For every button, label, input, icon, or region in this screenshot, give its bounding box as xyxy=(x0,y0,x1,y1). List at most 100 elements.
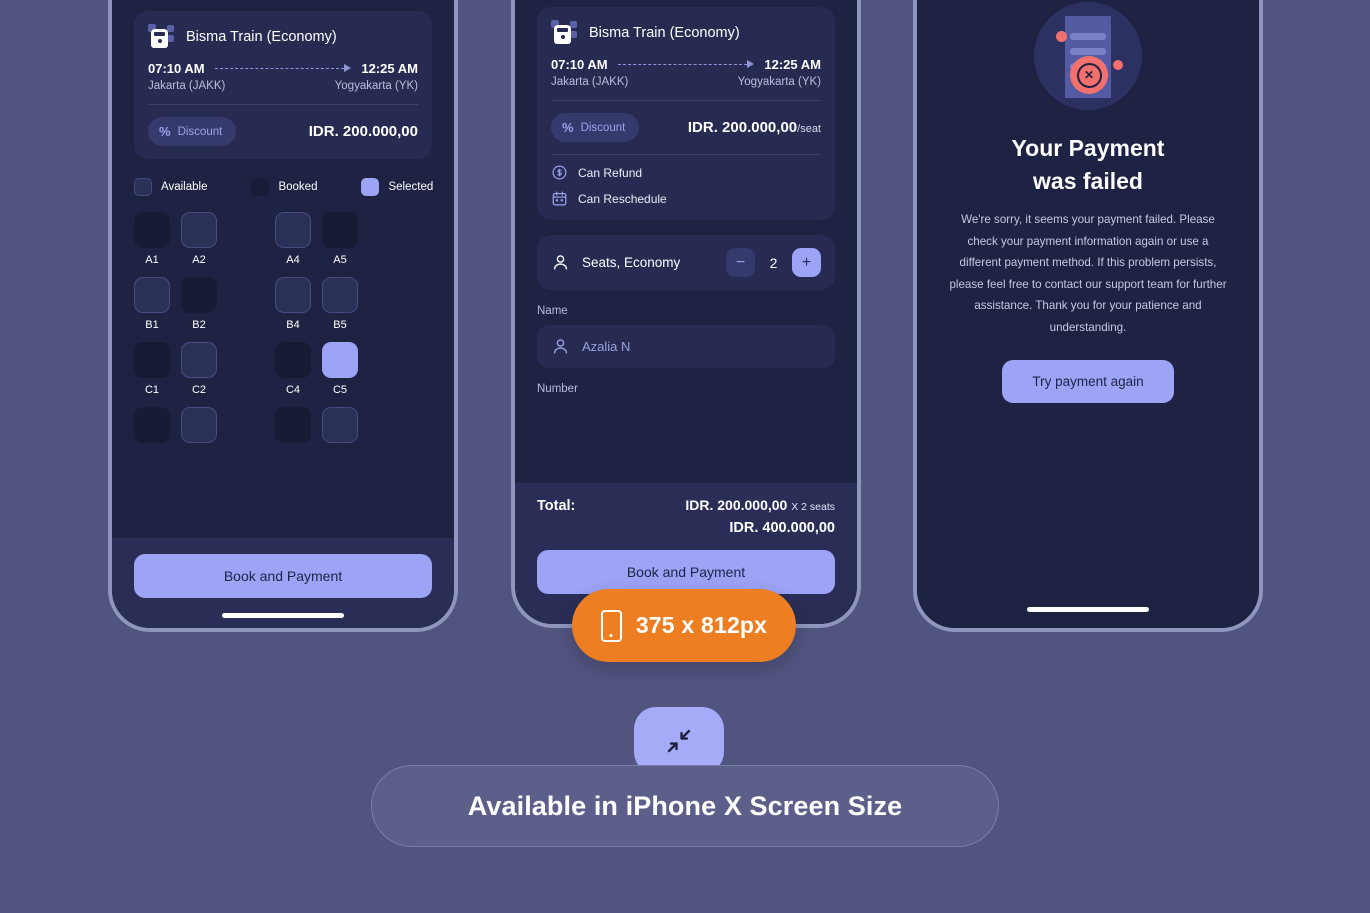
phone-screen-booking-form: Jakarta to Yogyakarta Bisma Train (Econo… xyxy=(515,0,857,624)
refund-coin-icon xyxy=(552,165,567,180)
seat-b1[interactable] xyxy=(134,277,170,313)
trip-times: 07:10 AM 12:25 AM xyxy=(551,57,821,72)
departure-time: 07:10 AM xyxy=(551,57,608,72)
name-input[interactable]: Azalia N xyxy=(537,325,835,368)
seat-b5[interactable] xyxy=(322,277,358,313)
receipt-line xyxy=(1070,33,1106,40)
train-icon xyxy=(148,24,174,50)
seat-cell[interactable]: B1 xyxy=(134,277,170,331)
legend-item-available: Available xyxy=(134,178,207,196)
home-indicator xyxy=(1027,607,1149,612)
phone-mockup-payment-failed: ✕ Your Payment was failed We're sorry, i… xyxy=(913,0,1263,632)
footer-text: Available in iPhone X Screen Size xyxy=(467,790,903,821)
discount-button[interactable]: % Discount xyxy=(148,117,237,146)
seats-quantity-card: Seats, Economy − 2 + xyxy=(537,235,835,290)
seat-cell[interactable]: C2 xyxy=(181,342,217,396)
seat-label: A2 xyxy=(192,254,206,266)
trip-summary-card[interactable]: Bisma Train (Economy) 07:10 AM 12:25 AM … xyxy=(537,7,835,220)
error-x-icon: ✕ xyxy=(1070,56,1108,94)
seat-label: C2 xyxy=(191,384,207,396)
seat-cell[interactable]: B4 xyxy=(275,277,311,331)
trip-summary-card[interactable]: Bisma Train (Economy) 07:10 AM 12:25 AM … xyxy=(134,11,432,159)
seat-row: B1 B2 B4 B5 xyxy=(134,277,432,331)
seat-c2[interactable] xyxy=(181,342,217,378)
seats-quantity-stepper: − 2 + xyxy=(726,248,821,277)
seat-cell[interactable]: A5 xyxy=(322,212,358,266)
seat-a4[interactable] xyxy=(275,212,311,248)
seat-c4[interactable] xyxy=(275,342,311,378)
discount-label: Discount xyxy=(177,125,223,138)
seat-a1[interactable] xyxy=(134,212,170,248)
book-and-payment-button[interactable]: Book and Payment xyxy=(537,550,835,594)
trip-stations: Jakarta (JAKK) Yogyakarta (YK) xyxy=(551,76,821,88)
seat-cell[interactable] xyxy=(322,407,358,443)
total-unit-price: IDR. 200.000,00 X 2 seats xyxy=(685,497,835,513)
arrival-station: Yogyakarta (YK) xyxy=(334,80,418,92)
seat-cell[interactable]: A2 xyxy=(181,212,217,266)
seat-c5[interactable] xyxy=(322,342,358,378)
seat-cell[interactable]: A4 xyxy=(275,212,311,266)
seat-d2[interactable] xyxy=(181,407,217,443)
seat-d1[interactable] xyxy=(134,407,170,443)
seat-cell[interactable]: C1 xyxy=(134,342,170,396)
seat-b2[interactable] xyxy=(181,277,217,313)
seat-a5[interactable] xyxy=(322,212,358,248)
seat-cell[interactable] xyxy=(275,407,311,443)
collapse-button[interactable] xyxy=(634,707,724,774)
accent-dot xyxy=(1056,31,1067,42)
seat-cell[interactable] xyxy=(181,407,217,443)
seat-selection-content: Jakarta to Yogyakarta Bisma Train (Econo… xyxy=(112,0,454,628)
seat-row xyxy=(134,407,432,443)
seat-cell[interactable]: C4 xyxy=(275,342,311,396)
percent-icon: % xyxy=(562,120,574,135)
book-and-payment-button[interactable]: Book and Payment xyxy=(134,554,432,598)
unit-price-value: IDR. 200.000,00 xyxy=(685,497,788,513)
person-icon xyxy=(553,255,568,270)
legend-item-booked: Booked xyxy=(251,178,317,196)
seat-d4[interactable] xyxy=(275,407,311,443)
home-indicator xyxy=(222,613,344,618)
seat-cell[interactable]: B5 xyxy=(322,277,358,331)
try-payment-again-button[interactable]: Try payment again xyxy=(1002,359,1174,403)
seat-cell[interactable]: B2 xyxy=(181,277,217,331)
trip-price: IDR. 200.000,00/seat xyxy=(688,119,821,136)
arrival-time: 12:25 AM xyxy=(764,57,821,72)
increment-seats-button[interactable]: + xyxy=(792,248,821,277)
divider xyxy=(148,104,418,105)
trip-stations: Jakarta (JAKK) Yogyakarta (YK) xyxy=(148,80,418,92)
seat-label: B2 xyxy=(192,319,206,331)
seat-a2[interactable] xyxy=(181,212,217,248)
receipt-line xyxy=(1070,48,1106,55)
grand-total-value: IDR. 400.000,00 xyxy=(729,520,835,536)
seat-label: B4 xyxy=(286,319,300,331)
seat-c1[interactable] xyxy=(134,342,170,378)
seat-row: A1 A2 A4 A5 xyxy=(134,212,432,266)
decrement-seats-button[interactable]: − xyxy=(726,248,755,277)
departure-station: Jakarta (JAKK) xyxy=(551,76,629,88)
perk-can-reschedule: Can Reschedule xyxy=(551,190,821,207)
discount-button[interactable]: % Discount xyxy=(551,113,640,142)
payment-failed-title-line-1: Your Payment xyxy=(1011,135,1165,161)
seat-cell[interactable]: A1 xyxy=(134,212,170,266)
price-row: % Discount IDR. 200.000,00/seat xyxy=(551,113,821,142)
seat-cell[interactable] xyxy=(134,407,170,443)
legend-label: Available xyxy=(161,181,208,193)
trip-header: Bisma Train (Economy) xyxy=(148,24,418,50)
divider xyxy=(551,154,821,155)
seat-b4[interactable] xyxy=(275,277,311,313)
seat-map: A1 A2 A4 A5 B1 B2 B4 B5 C1 C2 C4 C5 xyxy=(134,212,432,443)
legend-item-selected: Selected xyxy=(361,178,433,196)
perk-label: Can Reschedule xyxy=(578,191,667,206)
payment-failed-description: We're sorry, it seems your payment faile… xyxy=(949,213,1227,334)
seat-row: C1 C2 C4 C5 xyxy=(134,342,432,396)
train-icon xyxy=(551,20,577,46)
arrival-time: 12:25 AM xyxy=(361,61,418,76)
percent-icon: % xyxy=(159,124,171,139)
legend-swatch-booked xyxy=(251,178,270,196)
seat-label: C1 xyxy=(144,384,160,396)
route-dashed-line xyxy=(617,60,755,70)
trip-price-unit: /seat xyxy=(797,123,821,135)
seat-cell[interactable]: C5 xyxy=(322,342,358,396)
person-icon xyxy=(553,339,568,354)
seat-d5[interactable] xyxy=(322,407,358,443)
